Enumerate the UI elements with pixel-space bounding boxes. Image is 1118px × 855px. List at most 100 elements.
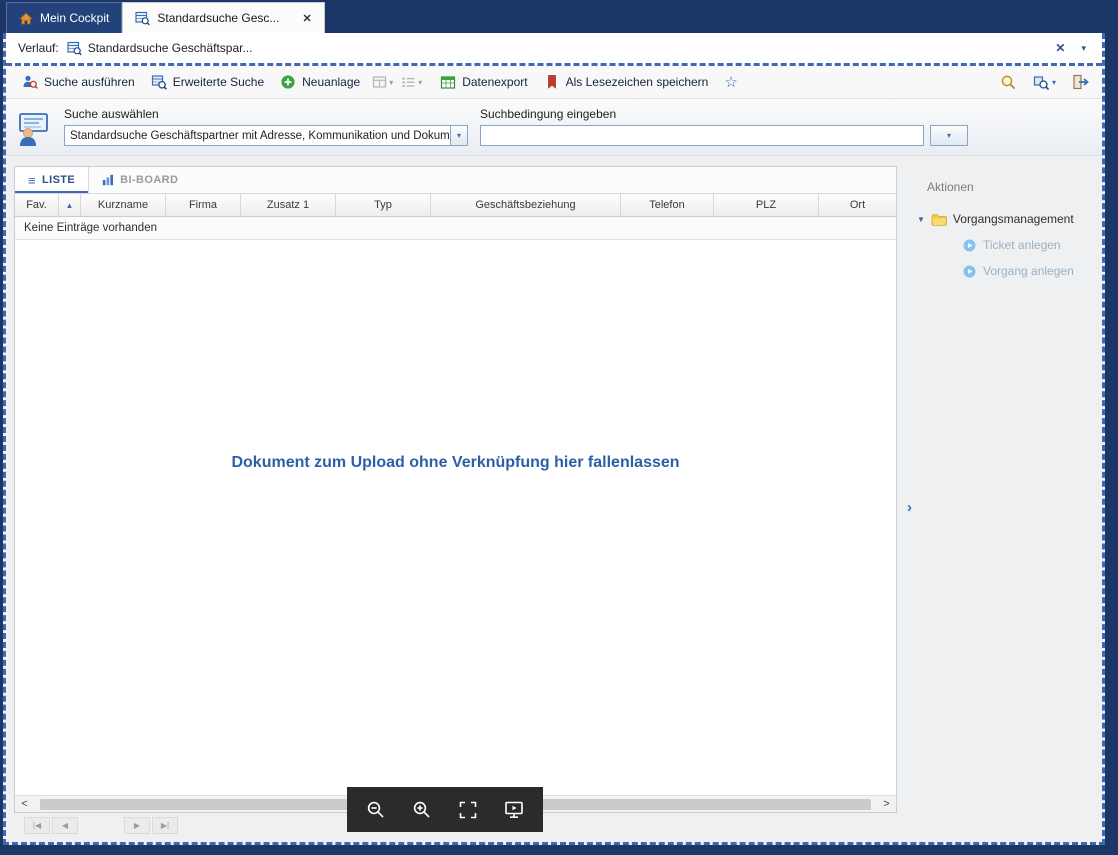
- presentation-button[interactable]: [497, 793, 531, 827]
- chevron-down-icon: ▾: [389, 78, 393, 87]
- table-header: Fav. ▲ Kurzname Firma Zusatz 1 Typ Gesch…: [15, 194, 896, 217]
- search-options-button[interactable]: ▾: [1029, 69, 1060, 95]
- view-list-button-disabled[interactable]: ▾: [397, 69, 426, 95]
- main-toolbar: Suche ausführen Erweiterte Suche Neuanla…: [6, 66, 1102, 99]
- history-item-label: Standardsuche Geschäftspar...: [88, 41, 253, 55]
- fullscreen-icon: [457, 799, 479, 821]
- history-dropdown-icon[interactable]: ▾: [1077, 41, 1090, 56]
- actions-tree: ▼ Vorgangsmanagement Ticket anlegen: [897, 212, 1102, 278]
- column-header-geschaeftsbeziehung[interactable]: Geschäftsbeziehung: [431, 194, 621, 216]
- document-drop-zone[interactable]: Dokument zum Upload ohne Verknüpfung hie…: [15, 240, 896, 795]
- run-search-button[interactable]: Suche ausführen: [14, 69, 143, 95]
- advanced-search-icon: [151, 74, 167, 90]
- tab-liste[interactable]: ≡ LISTE: [15, 167, 89, 193]
- advanced-search-button[interactable]: Erweiterte Suche: [143, 69, 272, 95]
- save-bookmark-button[interactable]: Als Lesezeichen speichern: [536, 69, 717, 95]
- save-bookmark-label: Als Lesezeichen speichern: [566, 75, 709, 89]
- exit-icon[interactable]: [1072, 74, 1090, 90]
- expander-icon[interactable]: ▼: [917, 215, 925, 224]
- search-select-dropdown[interactable]: Standardsuche Geschäftspartner mit Adres…: [64, 125, 468, 146]
- tab-standardsuche[interactable]: Standardsuche Gesc... ✕: [122, 2, 324, 33]
- column-header-fav[interactable]: Fav.: [15, 194, 59, 216]
- column-header-typ[interactable]: Typ: [336, 194, 431, 216]
- home-icon: [19, 12, 33, 25]
- result-box: ≡ LISTE BI-BOARD Fav. ▲: [14, 166, 897, 813]
- zoom-in-button[interactable]: [405, 793, 439, 827]
- list-icon: [401, 75, 416, 89]
- quick-search-icon[interactable]: [1000, 74, 1017, 91]
- presentation-icon: [503, 799, 525, 821]
- view-layout-button-disabled[interactable]: ▾: [368, 69, 397, 95]
- column-header-ort[interactable]: Ort: [819, 194, 896, 216]
- zoom-out-button[interactable]: [359, 793, 393, 827]
- bar-chart-icon: [102, 174, 114, 186]
- folder-icon: [931, 213, 947, 226]
- previous-page-button[interactable]: ◀: [52, 817, 78, 834]
- new-record-label: Neuanlage: [302, 75, 360, 89]
- search-select-icon: [16, 107, 52, 155]
- search-select-label: Suche auswählen: [64, 107, 468, 121]
- action-ticket-anlegen[interactable]: Ticket anlegen: [963, 238, 1102, 252]
- data-export-button[interactable]: Datenexport: [432, 69, 535, 95]
- table-icon: [372, 75, 387, 89]
- content-area: ≡ LISTE BI-BOARD Fav. ▲: [6, 156, 1102, 842]
- drop-zone-message: Dokument zum Upload ohne Verknüpfung hie…: [231, 454, 679, 472]
- new-record-button[interactable]: Neuanlage: [272, 69, 368, 95]
- action-vorgang-anlegen[interactable]: Vorgang anlegen: [963, 264, 1102, 278]
- tree-group-label: Vorgangsmanagement: [953, 212, 1074, 226]
- search-select-value: Standardsuche Geschäftspartner mit Adres…: [65, 130, 450, 142]
- chevron-down-icon: ▾: [1052, 78, 1056, 87]
- search-options-icon: [1033, 74, 1050, 91]
- zoom-out-icon: [365, 799, 387, 821]
- search-table-icon: [135, 11, 150, 26]
- history-close-icon[interactable]: ✕: [1051, 39, 1069, 57]
- tab-close-icon[interactable]: ✕: [302, 12, 311, 25]
- tree-group-vorgangsmanagement[interactable]: ▼ Vorgangsmanagement: [917, 212, 1102, 226]
- scroll-left-icon[interactable]: <: [19, 798, 30, 810]
- plus-circle-icon: [280, 74, 296, 90]
- first-page-button[interactable]: |◀: [24, 817, 50, 834]
- column-header-firma[interactable]: Firma: [166, 194, 241, 216]
- panel-collapse-icon[interactable]: ›: [907, 499, 912, 516]
- play-circle-icon: [963, 239, 976, 252]
- zoom-toolbar: [347, 787, 543, 832]
- action-label: Vorgang anlegen: [983, 264, 1074, 278]
- column-header-sort[interactable]: ▲: [59, 194, 81, 216]
- chevron-down-icon[interactable]: ▾: [450, 126, 467, 145]
- tab-mein-cockpit[interactable]: Mein Cockpit: [6, 2, 122, 33]
- last-page-button[interactable]: ▶|: [152, 817, 178, 834]
- column-header-kurzname[interactable]: Kurzname: [81, 194, 166, 216]
- favorite-star-icon[interactable]: ☆: [716, 73, 745, 91]
- advanced-search-label: Erweiterte Suche: [173, 75, 264, 89]
- sort-asc-icon: ▲: [66, 201, 74, 210]
- fullscreen-button[interactable]: [451, 793, 485, 827]
- next-page-button[interactable]: ▶: [124, 817, 150, 834]
- result-area: ≡ LISTE BI-BOARD Fav. ▲: [14, 166, 897, 842]
- search-table-icon: [67, 41, 82, 56]
- tab-label: Mein Cockpit: [40, 11, 109, 25]
- toolbar-right-group: ▾: [1000, 69, 1094, 95]
- bookmark-icon: [544, 74, 560, 90]
- tab-bi-board[interactable]: BI-BOARD: [89, 167, 191, 193]
- chevron-down-icon: ▾: [947, 131, 951, 140]
- app-frame: Verlauf: Standardsuche Geschäftspar... ✕…: [3, 33, 1105, 845]
- condition-dropdown-button[interactable]: ▾: [930, 125, 968, 146]
- play-circle-icon: [963, 265, 976, 278]
- window-tab-bar: Mein Cockpit Standardsuche Gesc... ✕: [0, 0, 1118, 33]
- scroll-right-icon[interactable]: >: [881, 798, 892, 810]
- actions-panel: › Aktionen ▼ Vorgangsmanagement Ti: [897, 166, 1102, 842]
- action-label: Ticket anlegen: [983, 238, 1061, 252]
- tab-bi-board-label: BI-BOARD: [120, 174, 178, 186]
- list-view-icon: ≡: [28, 173, 36, 188]
- column-header-zusatz1[interactable]: Zusatz 1: [241, 194, 336, 216]
- search-condition-input[interactable]: [480, 125, 924, 146]
- person-search-icon: [22, 74, 38, 90]
- history-item[interactable]: Standardsuche Geschäftspar...: [67, 41, 253, 56]
- history-bar: Verlauf: Standardsuche Geschäftspar... ✕…: [6, 33, 1102, 66]
- empty-message: Keine Einträge vorhanden: [15, 217, 896, 240]
- chevron-down-icon: ▾: [418, 78, 422, 87]
- column-header-plz[interactable]: PLZ: [714, 194, 819, 216]
- column-header-telefon[interactable]: Telefon: [621, 194, 714, 216]
- tab-label: Standardsuche Gesc...: [157, 11, 279, 25]
- search-condition-group: Suchbedingung eingeben ▾: [480, 107, 968, 155]
